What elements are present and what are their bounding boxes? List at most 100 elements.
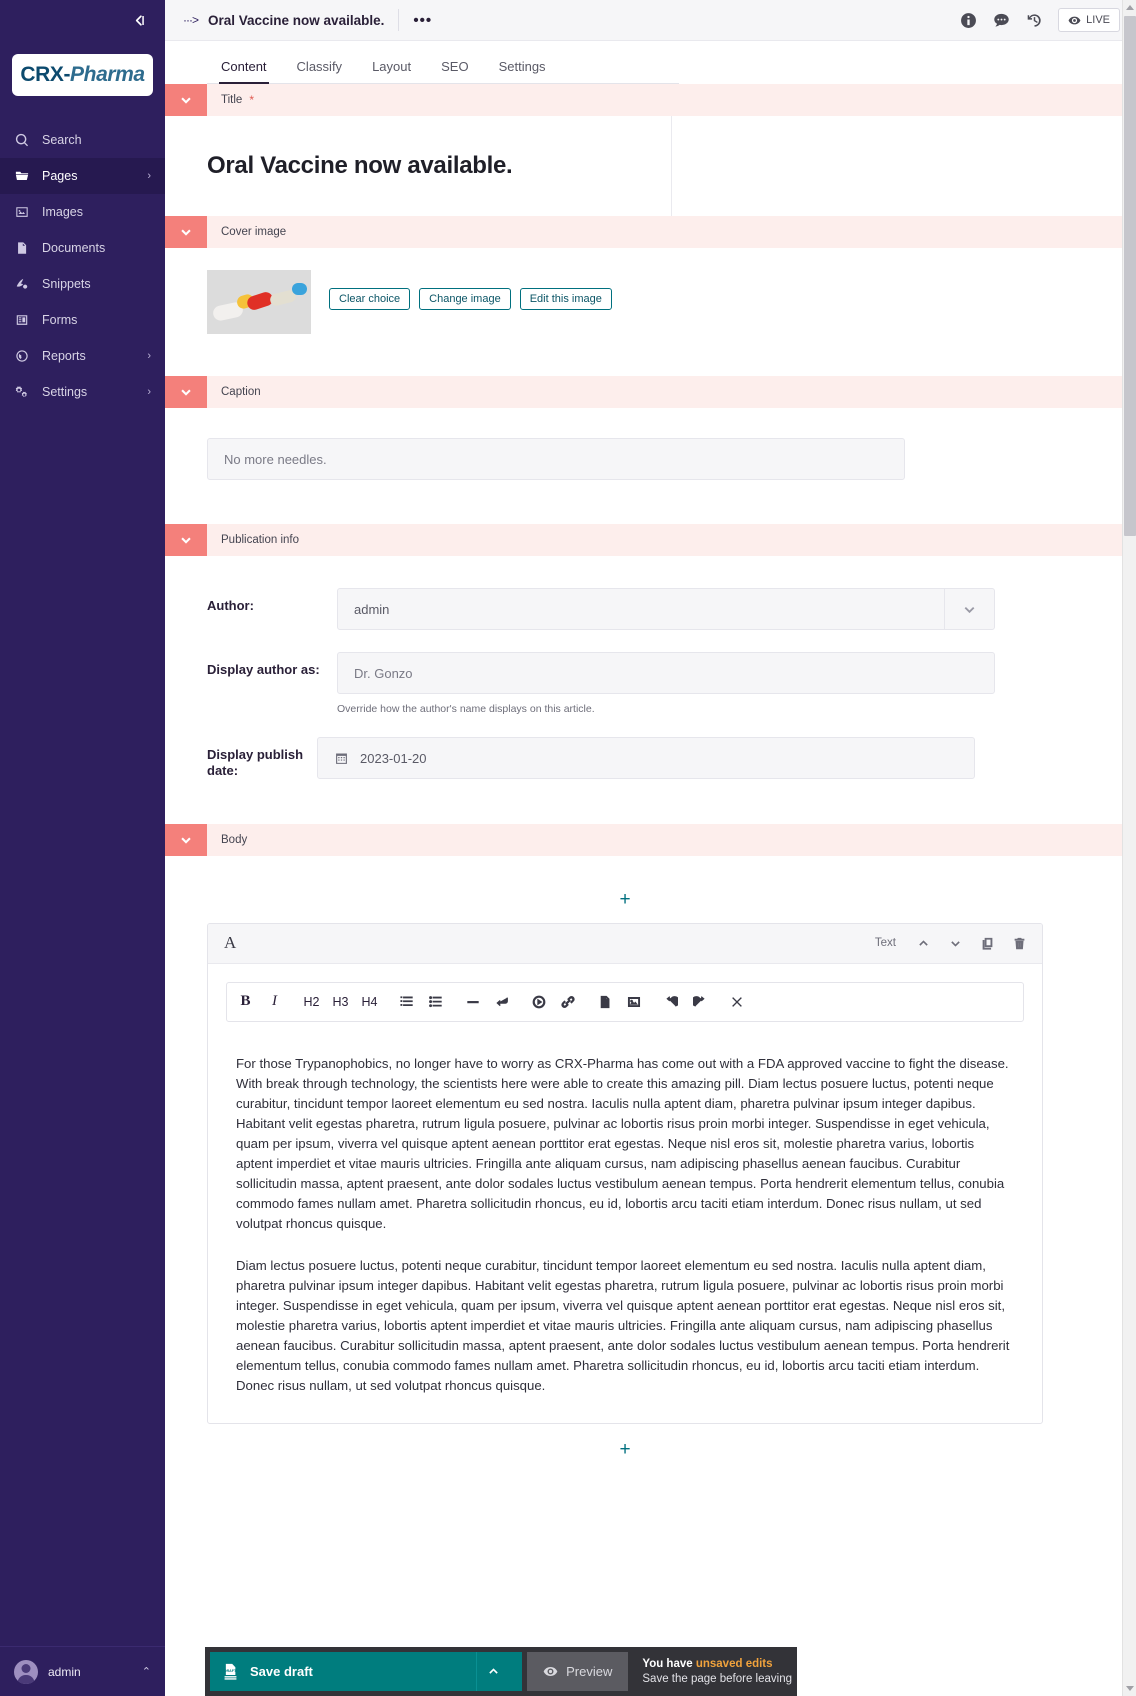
clear-choice-button[interactable]: Clear choice (329, 288, 411, 310)
undo-button[interactable] (656, 987, 685, 1017)
h4-button[interactable]: H4 (355, 987, 384, 1017)
caption-input[interactable]: No more needles. (207, 438, 905, 480)
draft-icon: DRAFT (222, 1663, 239, 1681)
cover-image-buttons: Clear choice Change image Edit this imag… (329, 288, 612, 310)
chevron-down-icon (181, 229, 191, 236)
history-icon[interactable] (1025, 11, 1044, 30)
chevron-right-icon: › (147, 386, 151, 398)
tab-settings[interactable]: Settings (485, 59, 560, 84)
image-icon (14, 204, 30, 220)
image-button[interactable] (619, 987, 648, 1017)
topbar-actions: LIVE (959, 8, 1120, 32)
author-label: Author: (207, 598, 254, 613)
body-paragraph: For those Trypanophobics, no longer have… (236, 1055, 1009, 1232)
tab-content[interactable]: Content (207, 59, 281, 84)
document-link-button[interactable] (590, 987, 619, 1017)
link-button[interactable] (553, 987, 582, 1017)
body-paragraph: Diam lectus posuere luctus, potenti nequ… (236, 1258, 1010, 1394)
sidebar-item-documents[interactable]: Documents (0, 230, 165, 266)
duplicate-icon[interactable] (976, 932, 998, 954)
info-icon[interactable] (959, 11, 978, 30)
panel-toggle-title[interactable] (165, 84, 207, 116)
sidebar-item-forms[interactable]: Forms (0, 302, 165, 338)
chevron-down-icon (944, 589, 994, 629)
scrollbar-thumb[interactable] (1124, 16, 1136, 536)
horizontal-rule-button[interactable] (458, 987, 487, 1017)
scroll-down-arrow-icon[interactable] (1123, 1681, 1136, 1696)
svg-text:DRAFT: DRAFT (224, 1668, 237, 1672)
folder-icon (14, 168, 30, 184)
block-header: A Text (208, 923, 1042, 964)
unordered-list-button[interactable] (421, 987, 450, 1017)
panel-toggle-caption[interactable] (165, 376, 207, 408)
sidebar-nav: Search Pages › Images Documents Snippets… (0, 122, 165, 410)
caption-body: No more needles. (165, 438, 1136, 524)
chevron-up-icon (489, 1668, 498, 1674)
sidebar-item-images[interactable]: Images (0, 194, 165, 230)
clear-formatting-button[interactable] (722, 987, 751, 1017)
page-scrollbar[interactable] (1122, 0, 1136, 1696)
ordered-list-button[interactable] (392, 987, 421, 1017)
panel-toggle-body[interactable] (165, 823, 207, 856)
richtext-content[interactable]: For those Trypanophobics, no longer have… (208, 1022, 1042, 1423)
delete-icon[interactable] (1008, 932, 1030, 954)
publish-date-control: 2023-01-20 (317, 737, 975, 779)
sidebar-item-snippets[interactable]: Snippets (0, 266, 165, 302)
embed-button[interactable] (524, 987, 553, 1017)
panel-toggle-cover-image[interactable] (165, 216, 207, 248)
h2-button[interactable]: H2 (297, 987, 326, 1017)
scroll-up-arrow-icon[interactable] (1123, 0, 1136, 15)
save-draft-label: Save draft (250, 1664, 313, 1679)
add-block-button-bottom[interactable]: + (207, 1440, 1043, 1459)
publish-date-input[interactable]: 2023-01-20 (317, 737, 975, 779)
sidebar-item-label: Pages (42, 169, 78, 183)
chevron-down-icon (181, 97, 191, 104)
preview-button[interactable]: Preview (527, 1652, 629, 1691)
sidebar-item-pages[interactable]: Pages › (0, 158, 165, 194)
h3-button[interactable]: H3 (326, 987, 355, 1017)
block-type-label: Text (874, 937, 896, 949)
redo-button[interactable] (685, 987, 714, 1017)
sidebar-item-search[interactable]: Search (0, 122, 165, 158)
display-author-control: Dr. Gonzo Override how the author's name… (337, 652, 995, 715)
wagtail-admin-page: CRX-Pharma Search Pages › Images Documen… (0, 0, 1136, 1696)
sidebar-item-reports[interactable]: Reports › (0, 338, 165, 374)
panel-title-text: Body (221, 833, 248, 846)
bold-button[interactable]: B (231, 987, 260, 1017)
display-author-input[interactable]: Dr. Gonzo (337, 652, 995, 694)
move-down-icon[interactable] (944, 932, 966, 954)
panel-header-body: Body (165, 823, 1136, 856)
sidebar-item-settings[interactable]: Settings › (0, 374, 165, 410)
add-block-button-top[interactable]: + (207, 890, 1043, 909)
more-actions-button[interactable]: ••• (413, 12, 432, 29)
title-input[interactable]: Oral Vaccine now available. (165, 116, 672, 216)
breadcrumb-expand-icon[interactable]: ···> (183, 13, 199, 27)
italic-button[interactable]: I (260, 987, 289, 1017)
line-break-button[interactable] (487, 987, 516, 1017)
panel-toggle-publication-info[interactable] (165, 524, 207, 556)
chevron-down-icon (181, 389, 191, 396)
text-block-icon: A (224, 933, 237, 952)
tab-layout[interactable]: Layout (358, 59, 425, 84)
edit-this-image-button[interactable]: Edit this image (519, 288, 612, 310)
sidebar-collapse-button[interactable] (0, 0, 165, 40)
author-select[interactable]: admin (337, 588, 995, 630)
save-options-toggle[interactable] (476, 1652, 510, 1691)
move-up-icon[interactable] (912, 932, 934, 954)
eye-icon (1068, 16, 1081, 24)
cover-image-thumbnail[interactable] (207, 270, 311, 334)
sidebar-item-label: Reports (42, 349, 86, 363)
comments-icon[interactable] (992, 11, 1011, 30)
live-button[interactable]: LIVE (1058, 8, 1120, 32)
sidebar-account[interactable]: admin ⌃ (0, 1646, 165, 1696)
logo-part-2: Pharma (70, 63, 145, 86)
change-image-button[interactable]: Change image (419, 288, 511, 310)
display-author-field-row: Display author as: Dr. Gonzo Override ho… (207, 652, 1136, 715)
save-draft-button[interactable]: DRAFT Save draft (210, 1652, 523, 1691)
tab-seo[interactable]: SEO (427, 59, 482, 84)
sidebar-item-label: Documents (42, 241, 106, 255)
publish-date-field-row: Display publish date: 2023-01-20 (207, 737, 1136, 780)
tab-classify[interactable]: Classify (283, 59, 357, 84)
panel-header-cover-image: Cover image (165, 216, 1136, 248)
site-logo[interactable]: CRX-Pharma (12, 54, 153, 96)
